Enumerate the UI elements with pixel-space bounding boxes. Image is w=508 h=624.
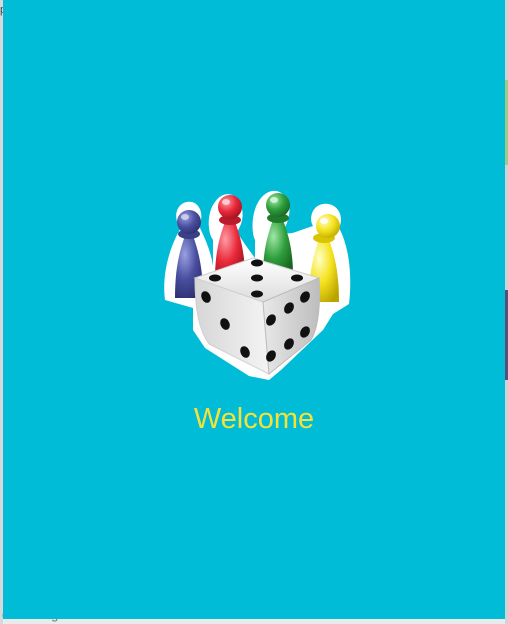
dice	[193, 257, 321, 375]
splash-screen: Welcome	[3, 0, 505, 619]
welcome-text: Welcome	[193, 403, 315, 435]
dice-and-pawns-icon	[164, 190, 351, 380]
